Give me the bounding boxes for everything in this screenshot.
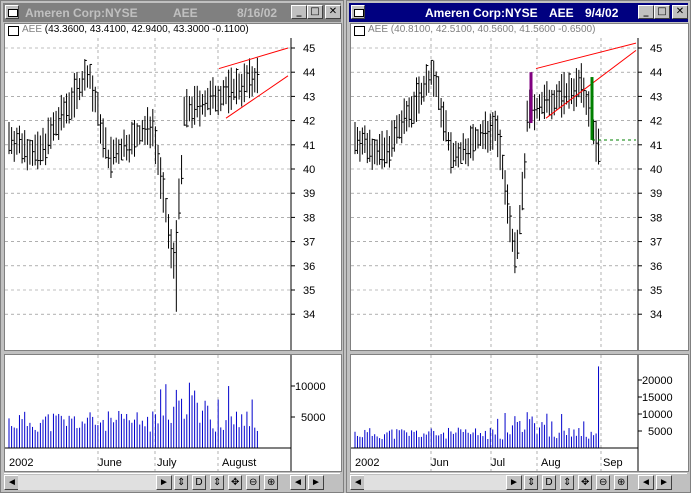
window-title-name: Ameren Corp:NYSE — [25, 6, 138, 20]
price-tick-label: 41 — [650, 140, 662, 152]
title-bar-right[interactable]: Ameren Corp:NYSE AEE 9/4/02 _ □ ✕ — [349, 3, 688, 22]
price-tick-label: 44 — [303, 67, 315, 79]
info-values: (43.3600, 43.4100, 42.9400, 43.3000 -0.1… — [44, 24, 249, 35]
zoom-in-button[interactable]: ⊕ — [614, 475, 629, 490]
window-title-date: 9/4/02 — [585, 6, 619, 20]
info-values: (40.8100, 42.5100, 40.5600, 41.5600 -0.6… — [390, 24, 596, 35]
price-tick-label: 38 — [303, 212, 315, 224]
price-tick-label: 35 — [650, 285, 662, 297]
close-button[interactable]: ✕ — [672, 5, 688, 19]
zoom-in-button[interactable]: ⊕ — [264, 475, 279, 490]
vertical-scale-button[interactable]: ⇕ — [560, 475, 575, 490]
price-tick-label: 42 — [650, 116, 662, 128]
x-axis-label: Sep — [603, 457, 623, 469]
volume-tick-label: 5000 — [648, 426, 672, 438]
window-title-name: Ameren Corp:NYSE — [425, 6, 538, 20]
page-left-button[interactable]: ◄ — [290, 475, 306, 490]
sync-button[interactable]: ⇕ — [524, 475, 539, 490]
window-title-symbol: AEE — [549, 6, 574, 20]
chart-window-right[interactable]: Ameren Corp:NYSE AEE 9/4/02 _ □ ✕ AEE (4… — [346, 0, 691, 493]
chart-icon — [354, 26, 365, 36]
price-pane-right[interactable]: AEE (40.8100, 42.5100, 40.5600, 41.5600 … — [350, 23, 689, 351]
volume-tick-label: 5000 — [301, 412, 325, 424]
price-tick-label: 45 — [303, 43, 315, 55]
x-axis-label: June — [98, 457, 122, 469]
price-chart-left[interactable]: 45 44 43 42 41 40 39 38 37 36 35 34 — [5, 38, 341, 350]
info-symbol: AEE — [22, 24, 43, 35]
zoom-out-button[interactable]: ⊖ — [596, 475, 611, 490]
title-bar-left[interactable]: Ameren Corp:NYSE AEE 8/16/02 _ □ ✕ — [3, 3, 341, 22]
scroll-right-button[interactable]: ► — [506, 475, 522, 490]
x-axis-label: July — [157, 457, 177, 469]
price-tick-label: 34 — [650, 309, 662, 321]
x-axis-label: Jun — [431, 457, 449, 469]
window-menu-icon[interactable] — [5, 5, 19, 19]
price-tick-label: 37 — [303, 237, 315, 249]
minimize-button[interactable]: _ — [638, 5, 654, 19]
info-symbol: AEE — [368, 24, 389, 35]
x-axis-label: Jul — [491, 457, 505, 469]
sync-button[interactable]: ⇕ — [174, 475, 189, 490]
toolbar-left[interactable]: ◄ ► ⇕ D ⇕ ✥ ⊖ ⊕ ◄ ► — [4, 473, 340, 491]
volume-tick-label: 20000 — [642, 375, 673, 387]
resistance-trendline — [218, 47, 289, 70]
price-tick-label: 37 — [650, 237, 662, 249]
maximize-button[interactable]: □ — [654, 5, 670, 19]
price-tick-label: 36 — [650, 261, 662, 273]
resistance-trendline — [535, 42, 637, 70]
toolbar-right[interactable]: ◄ ► ⇕ D ⇕ ✥ ⊖ ⊕ ◄ ► — [350, 473, 687, 491]
vertical-scale-button[interactable]: ⇕ — [210, 475, 225, 490]
scroll-right-button[interactable]: ► — [156, 475, 172, 490]
price-tick-label: 39 — [650, 188, 662, 200]
window-title-symbol: AEE — [173, 6, 198, 20]
scroll-track[interactable] — [18, 475, 156, 490]
page-right-button[interactable]: ► — [308, 475, 324, 490]
chart-window-left[interactable]: Ameren Corp:NYSE AEE 8/16/02 _ □ ✕ AEE (… — [0, 0, 344, 493]
price-tick-label: 45 — [650, 43, 662, 55]
price-tick-label: 40 — [650, 164, 662, 176]
move-button[interactable]: ✥ — [578, 475, 593, 490]
price-tick-label: 41 — [303, 140, 315, 152]
volume-chart-right[interactable]: 20000 15000 10000 5000 2002 Jun Jul Aug Sep — [351, 355, 688, 471]
price-tick-label: 35 — [303, 285, 315, 297]
minimize-button[interactable]: _ — [291, 5, 307, 19]
price-tick-label: 43 — [303, 91, 315, 103]
close-button[interactable]: ✕ — [325, 5, 341, 19]
volume-tick-label: 10000 — [642, 409, 673, 421]
price-tick-label: 36 — [303, 261, 315, 273]
x-axis-label: 2002 — [355, 457, 379, 469]
scroll-track[interactable] — [364, 475, 506, 490]
chart-icon — [8, 26, 19, 36]
price-tick-label: 38 — [650, 212, 662, 224]
page-right-button[interactable]: ► — [656, 475, 672, 490]
volume-pane-right[interactable]: 20000 15000 10000 5000 2002 Jun Jul Aug Sep — [350, 354, 689, 472]
zoom-out-button[interactable]: ⊖ — [246, 475, 261, 490]
price-info-line: AEE (43.3600, 43.4100, 42.9400, 43.3000 … — [5, 24, 341, 38]
price-tick-label: 42 — [303, 116, 315, 128]
period-button[interactable]: D — [542, 475, 556, 490]
x-axis-label: 2002 — [9, 457, 33, 469]
period-button[interactable]: D — [192, 475, 206, 490]
volume-pane-left[interactable]: 10000 5000 2002 June July August — [4, 354, 342, 472]
price-info-line: AEE (40.8100, 42.5100, 40.5600, 41.5600 … — [351, 24, 688, 38]
volume-tick-label: 15000 — [642, 392, 673, 404]
volume-tick-label: 10000 — [295, 381, 326, 393]
price-chart-right[interactable]: 45 44 43 42 41 40 39 38 37 36 35 34 — [351, 38, 688, 350]
page-left-button[interactable]: ◄ — [638, 475, 654, 490]
price-tick-label: 39 — [303, 188, 315, 200]
price-pane-left[interactable]: AEE (43.3600, 43.4100, 42.9400, 43.3000 … — [4, 23, 342, 351]
price-tick-label: 34 — [303, 309, 315, 321]
volume-chart-left[interactable]: 10000 5000 2002 June July August — [5, 355, 341, 471]
price-tick-label: 44 — [650, 67, 662, 79]
price-tick-label: 40 — [303, 164, 315, 176]
window-menu-icon[interactable] — [351, 5, 365, 19]
move-button[interactable]: ✥ — [228, 475, 243, 490]
x-axis-label: Aug — [541, 457, 561, 469]
x-axis-label: August — [222, 457, 256, 469]
window-title-date: 8/16/02 — [237, 6, 278, 20]
price-tick-label: 43 — [650, 91, 662, 103]
maximize-button[interactable]: □ — [307, 5, 323, 19]
